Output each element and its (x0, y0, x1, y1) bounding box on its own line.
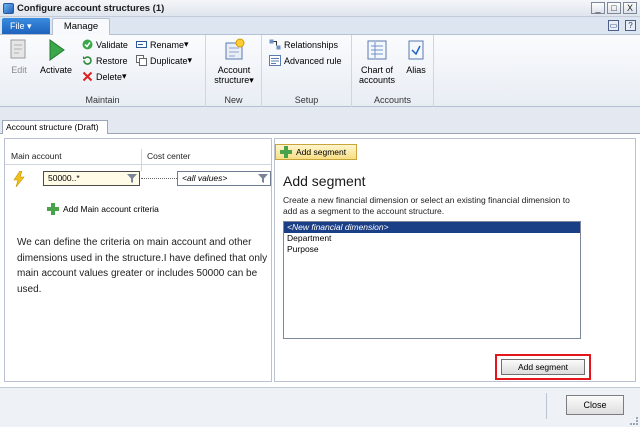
footer-divider (546, 393, 547, 419)
close-window-button[interactable]: X (623, 2, 637, 14)
footer-bar: Close (0, 387, 640, 427)
file-tab[interactable]: File ▾ (2, 18, 50, 34)
delete-button[interactable]: Delete ▾ (82, 71, 127, 82)
close-button[interactable]: Close (566, 395, 624, 415)
edit-icon (10, 39, 26, 59)
list-item-new-financial-dimension[interactable]: <New financial dimension> (284, 222, 580, 233)
duplicate-button[interactable]: Duplicate ▾ (136, 55, 192, 66)
main-account-column-header: Main account (11, 151, 62, 161)
lightning-bolt-icon (13, 171, 25, 187)
cost-center-criteria-field[interactable]: <all values> (177, 171, 271, 186)
relationships-icon (269, 39, 281, 50)
filter-icon[interactable] (258, 174, 268, 183)
list-item-department[interactable]: Department (284, 233, 580, 244)
window-controls: _ □ X (591, 2, 637, 14)
rename-icon (136, 41, 147, 48)
cost-center-column-header: Cost center (147, 151, 191, 161)
delete-x-icon (82, 71, 93, 82)
list-item-purpose[interactable]: Purpose (284, 244, 580, 255)
new-structure-icon (225, 38, 245, 60)
header-divider (5, 164, 271, 165)
window-layout-icon[interactable]: ▭ (608, 20, 619, 31)
help-icon[interactable]: ? (625, 20, 636, 31)
add-segment-tab[interactable]: Add segment (275, 144, 357, 160)
check-circle-icon (82, 39, 93, 50)
relationships-button[interactable]: Relationships (269, 39, 338, 50)
chart-of-accounts-button[interactable]: Chart of accounts (356, 38, 398, 85)
segment-connector (141, 178, 177, 179)
activate-button[interactable]: Activate (37, 38, 75, 75)
app-icon (3, 2, 14, 14)
tab-account-structure-draft[interactable]: Account structure (Draft) (2, 120, 108, 134)
add-segment-title: Add segment (283, 173, 366, 189)
manage-tab[interactable]: Manage (52, 18, 110, 36)
minimize-button[interactable]: _ (591, 2, 605, 14)
plus-icon (47, 203, 59, 215)
account-structure-button[interactable]: Account structure▾ (210, 38, 258, 85)
main-account-criteria-value: 50000..* (48, 173, 80, 183)
accounts-group: Chart of accounts Alias Accounts (352, 35, 434, 107)
plus-icon (280, 146, 292, 158)
alias-icon (408, 40, 424, 60)
title-bar: Configure account structures (1) _ □ X (0, 0, 640, 17)
edit-button[interactable]: Edit (5, 38, 33, 75)
chevron-down-icon: ▾ (27, 21, 32, 31)
add-segment-description: Create a new financial dimension or sele… (283, 195, 570, 216)
structure-grid-panel: Main account Cost center 50000..* <all v… (4, 138, 272, 382)
criteria-row: 50000..* <all values> (9, 168, 271, 190)
tab-row-icons: ▭ ? (608, 20, 636, 31)
duplicate-icon (136, 55, 147, 66)
new-group-label: New (224, 95, 243, 105)
advanced-rule-icon (269, 55, 281, 66)
chevron-down-icon: ▾ (122, 71, 127, 81)
window-title: Configure account structures (1) (17, 2, 165, 14)
rename-button[interactable]: Rename ▾ (136, 39, 189, 50)
maximize-button[interactable]: □ (607, 2, 621, 14)
maintain-group: Edit Activate Validate Restore Delete ▾ R… (0, 35, 206, 107)
ribbon: Edit Activate Validate Restore Delete ▾ R… (0, 35, 640, 107)
cost-center-criteria-value: <all values> (182, 173, 228, 183)
setup-group: Relationships Advanced rule Setup (262, 35, 352, 107)
maintain-group-label: Maintain (85, 95, 120, 105)
advanced-rule-button[interactable]: Advanced rule (269, 55, 342, 66)
restore-button[interactable]: Restore (82, 55, 128, 66)
chart-of-accounts-icon (367, 40, 387, 60)
chevron-down-icon: ▾ (187, 55, 193, 65)
main-account-criteria-field[interactable]: 50000..* (43, 171, 140, 186)
add-segment-button[interactable]: Add segment (501, 359, 585, 375)
highlight-box: Add segment (495, 354, 591, 380)
alias-button[interactable]: Alias (402, 38, 430, 75)
chevron-down-icon: ▾ (249, 75, 254, 85)
add-main-account-criteria-link[interactable]: Add Main account criteria (47, 203, 159, 215)
validate-button[interactable]: Validate (82, 39, 128, 50)
dimension-list[interactable]: <New financial dimension> Department Pur… (283, 221, 581, 339)
setup-group-label: Setup (294, 95, 319, 105)
resize-grip-icon[interactable] (630, 417, 638, 425)
accounts-group-label: Accounts (373, 95, 412, 105)
add-segment-panel: Add segment Add segment Create a new fin… (274, 138, 636, 382)
play-icon (49, 39, 65, 61)
ribbon-tab-row: File ▾ Manage ▭ ? (0, 17, 640, 36)
chevron-down-icon: ▾ (184, 39, 189, 49)
new-group: Account structure▾ New (206, 35, 262, 107)
filter-icon[interactable] (127, 174, 137, 183)
main-content: Main account Cost center 50000..* <all v… (0, 134, 640, 387)
document-tab-strip: Account structure (Draft) (0, 107, 640, 134)
annotation-note: We can define the criteria on main accou… (17, 237, 268, 295)
restore-icon (83, 56, 92, 65)
